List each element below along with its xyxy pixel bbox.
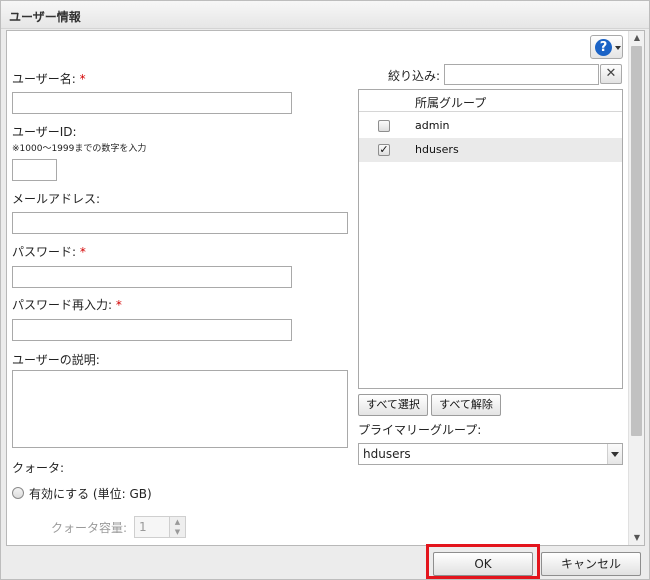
- filter-label: 絞り込み:: [388, 69, 441, 83]
- dialog-content: ? ユーザー名: * ユーザーID: ※1000～1999までの数字を入力 メー…: [6, 30, 645, 546]
- email-input[interactable]: [12, 212, 348, 234]
- primary-group-label: プライマリーグループ:: [358, 423, 482, 437]
- description-textarea[interactable]: [12, 370, 348, 448]
- quota-enable-radio[interactable]: [12, 487, 24, 499]
- primary-group-select[interactable]: hdusers: [358, 443, 623, 465]
- password-label: パスワード: *: [12, 243, 86, 260]
- quota-capacity-label: クォータ容量:: [51, 521, 128, 535]
- password-confirm-input[interactable]: [12, 319, 292, 341]
- dialog-title: ユーザー情報: [9, 10, 81, 24]
- password-confirm-label: パスワード再入力: *: [12, 296, 122, 313]
- password-confirm-label-text: パスワード再入力:: [12, 298, 113, 312]
- required-mark: *: [79, 245, 86, 259]
- quota-label: クォータ:: [12, 461, 65, 475]
- help-icon: ?: [595, 39, 612, 56]
- dialog-titlebar: ユーザー情報: [1, 1, 649, 29]
- chevron-down-icon[interactable]: [607, 444, 622, 464]
- email-label: メールアドレス:: [12, 192, 101, 206]
- userid-note: ※1000～1999までの数字を入力: [12, 144, 147, 154]
- username-input[interactable]: [12, 92, 292, 114]
- filter-clear-button[interactable]: ✕: [600, 64, 622, 84]
- stepper-arrows-icon[interactable]: ▲ ▼: [169, 517, 185, 537]
- required-mark: *: [79, 72, 86, 86]
- scrollbar-thumb[interactable]: [631, 46, 642, 436]
- required-mark: *: [115, 298, 122, 312]
- group-checkbox[interactable]: ✓: [378, 144, 390, 156]
- scroll-up-icon[interactable]: ▲: [629, 31, 645, 45]
- column-header-group: 所属グループ: [415, 96, 487, 110]
- username-label: ユーザー名: *: [12, 70, 86, 87]
- clear-all-button[interactable]: すべて解除: [431, 394, 501, 416]
- ok-button[interactable]: OK: [433, 552, 533, 576]
- group-grid-header: 所属グループ: [359, 90, 622, 112]
- description-label: ユーザーの説明:: [12, 353, 100, 367]
- group-checkbox[interactable]: [378, 120, 390, 132]
- group-row[interactable]: ✓ hdusers: [359, 138, 622, 162]
- vertical-scrollbar[interactable]: ▲ ▼: [628, 31, 644, 545]
- select-all-button[interactable]: すべて選択: [358, 394, 428, 416]
- help-button[interactable]: ?: [590, 35, 623, 59]
- user-info-dialog: ユーザー情報 ? ユーザー名: * ユーザーID: ※1000～1999までの数…: [0, 0, 650, 580]
- password-label-text: パスワード:: [12, 245, 77, 259]
- filter-input[interactable]: [444, 64, 599, 85]
- checkmark-icon: ✓: [379, 143, 389, 156]
- quota-enable-label: 有効にする (単位: GB): [29, 487, 152, 501]
- scroll-down-icon[interactable]: ▼: [629, 531, 645, 545]
- quota-capacity-stepper[interactable]: 1 ▲ ▼: [134, 516, 186, 538]
- quota-capacity-value: 1: [139, 520, 147, 534]
- userid-label: ユーザーID:: [12, 125, 77, 139]
- password-input[interactable]: [12, 266, 292, 288]
- group-grid: 所属グループ admin ✓ hdusers: [358, 89, 623, 389]
- cancel-button[interactable]: キャンセル: [541, 552, 641, 576]
- group-row[interactable]: admin: [359, 114, 622, 138]
- group-name: hdusers: [415, 143, 459, 156]
- userid-input[interactable]: [12, 159, 57, 181]
- close-icon: ✕: [605, 66, 617, 81]
- chevron-down-icon: [615, 46, 621, 50]
- group-name: admin: [415, 119, 450, 132]
- username-label-text: ユーザー名:: [12, 72, 76, 86]
- primary-group-value: hdusers: [363, 447, 411, 461]
